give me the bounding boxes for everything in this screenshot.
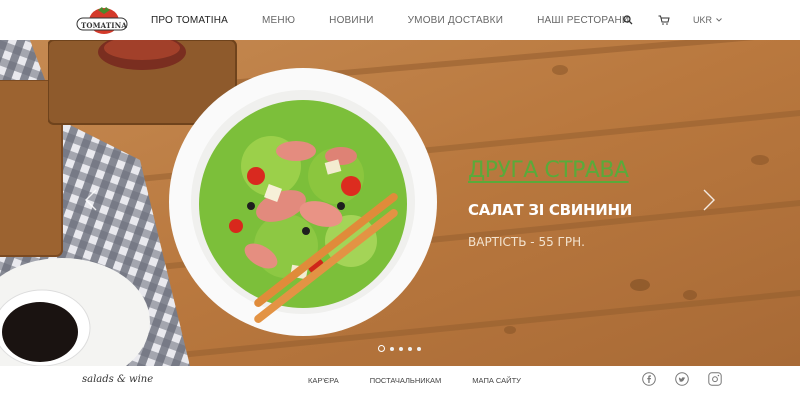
language-label: UKR [692,15,712,25]
slide-caption: ДРУГА СТРАВА САЛАТ ЗІ СВИНИНИ ВАРТІСТЬ -… [468,158,632,249]
facebook-icon[interactable] [642,372,656,386]
chevron-down-icon [716,18,722,22]
footer-links: КАР'ЄРА ПОСТАЧАЛЬНИКАМ МАПА САЙТУ [308,366,552,394]
footer-link-sitemap[interactable]: МАПА САЙТУ [472,376,521,385]
chevron-left-icon [85,189,97,211]
social-links [642,372,722,386]
instagram-icon[interactable] [708,372,722,386]
language-select[interactable]: UKR [693,15,722,25]
footer-link-suppliers[interactable]: ПОСТАЧАЛЬНИКАМ [370,376,442,385]
nav-news[interactable]: НОВИНИ [329,15,373,26]
slider-pagination [378,345,421,352]
header-actions: UKR [621,0,722,40]
nav-delivery[interactable]: УМОВИ ДОСТАВКИ [408,15,503,26]
nav-restaurants[interactable]: НАШІ РЕСТОРАНИ [537,15,629,26]
salad-plate [169,68,437,336]
slide-price: ВАРТІСТЬ - 55 ГРН. [468,235,585,249]
site-header: TOMATINA ПРО ТОМАТІНА МЕНЮ НОВИНИ УМОВИ … [0,0,800,40]
chevron-right-icon [703,189,715,211]
hero-slider: ДРУГА СТРАВА САЛАТ ЗІ СВИНИНИ ВАРТІСТЬ -… [0,40,800,366]
coffee-cup [0,258,150,366]
cart-icon[interactable] [657,13,671,27]
tomatina-logo[interactable]: TOMATINA [76,4,128,36]
footer-brand: salads & wine [82,374,154,385]
nav-about[interactable]: ПРО ТОМАТІНА [151,15,228,26]
main-nav: ПРО ТОМАТІНА МЕНЮ НОВИНИ УМОВИ ДОСТАВКИ … [151,0,663,40]
logo-text: TOMATINA [81,21,128,30]
slide-dish-title: САЛАТ ЗІ СВИНИНИ [468,201,633,219]
slider-prev-arrow[interactable] [84,188,98,212]
search-icon[interactable] [621,13,635,27]
slider-dot[interactable] [390,346,394,351]
slide-category-link[interactable]: ДРУГА СТРАВА [468,158,632,183]
slider-dot[interactable] [378,345,385,352]
twitter-icon[interactable] [675,372,689,386]
slider-next-arrow[interactable] [702,188,716,212]
site-footer: salads & wine КАР'ЄРА ПОСТАЧАЛЬНИКАМ МАП… [0,366,800,394]
slider-dot[interactable] [417,346,421,351]
nav-menu[interactable]: МЕНЮ [262,15,295,26]
slider-dot[interactable] [408,346,412,351]
slider-dot[interactable] [399,346,403,351]
footer-link-career[interactable]: КАР'ЄРА [308,376,339,385]
